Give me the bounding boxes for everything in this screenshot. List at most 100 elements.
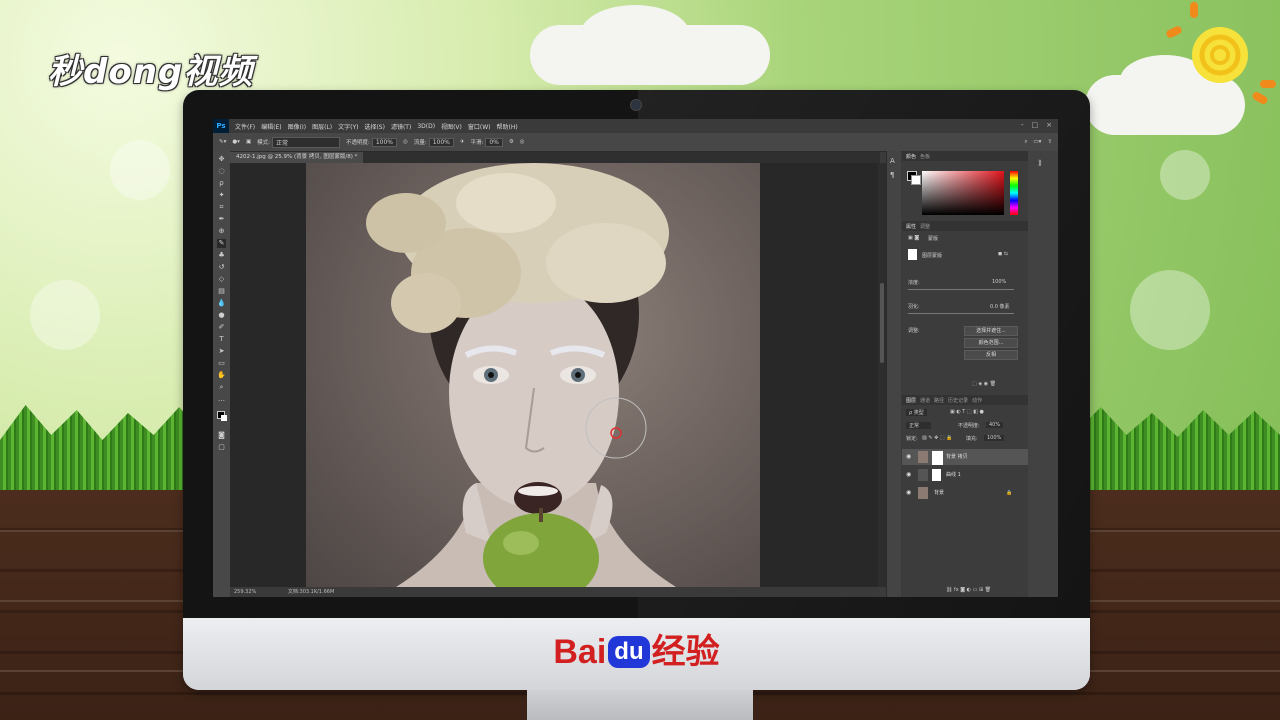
document-tab[interactable]: 4202-1.jpg @ 25.9% (背景 拷贝, 图层蒙版/8) *	[230, 152, 364, 163]
brush-tool-icon[interactable]: ✎	[217, 239, 226, 248]
select-and-mask-button[interactable]: 选择并遮住...	[964, 326, 1018, 336]
shape-tool-icon[interactable]: ▭	[217, 359, 226, 368]
menu-layer[interactable]: 图层(L)	[312, 122, 332, 131]
gear-icon[interactable]: ⚙	[509, 139, 514, 145]
blend-mode-select[interactable]: 正常	[906, 422, 932, 429]
menu-view[interactable]: 视图(V)	[441, 122, 462, 131]
fill-input[interactable]: 100%	[984, 435, 1005, 441]
collapse-panels-icon[interactable]: ⟫	[1038, 159, 1042, 167]
mask-footer-icons[interactable]: ⬚ ◈ ◉ 🗑	[972, 381, 996, 387]
layer-name[interactable]: 背景 拷贝	[946, 449, 968, 465]
layer-row[interactable]: ◉ 背景 拷贝	[902, 449, 1028, 465]
layers-footer-icons[interactable]: ⛓ fx ◙ ◐ ▭ ⊞ 🗑	[946, 587, 991, 593]
color-range-button[interactable]: 颜色范围...	[964, 338, 1018, 348]
crop-tool-icon[interactable]: ⌗	[217, 203, 226, 212]
tab-adjustments[interactable]: 调整	[920, 223, 930, 230]
minimize-button[interactable]: -	[1021, 121, 1024, 129]
zoom-level[interactable]: 259.32%	[234, 589, 256, 595]
pressure-size-icon[interactable]: ◎	[520, 139, 525, 145]
gradient-tool-icon[interactable]: ▤	[217, 287, 226, 296]
pressure-opacity-icon[interactable]: ◎	[403, 139, 408, 145]
share-icon[interactable]: ⇧	[1047, 139, 1052, 145]
tab-properties[interactable]: 属性	[906, 223, 916, 230]
mask-action-icons[interactable]: ◼ ⇆	[998, 251, 1008, 257]
layer-kind-filter[interactable]: ρ 类型	[906, 409, 927, 416]
lasso-tool-icon[interactable]: ρ	[217, 179, 226, 188]
screen-mode-icon[interactable]: ▢	[217, 443, 226, 452]
menu-type[interactable]: 文字(Y)	[338, 122, 358, 131]
visibility-eye-icon[interactable]: ◉	[906, 467, 911, 483]
mode-select[interactable]: 正常	[272, 136, 340, 148]
feather-slider[interactable]	[908, 313, 1014, 314]
menu-edit[interactable]: 编辑(E)	[261, 122, 281, 131]
hue-slider[interactable]	[1010, 171, 1018, 215]
maximize-button[interactable]: □	[1032, 121, 1039, 129]
hand-tool-icon[interactable]: ✋	[217, 371, 226, 380]
airbrush-icon[interactable]: ✈	[460, 139, 465, 145]
layer-filter-icons[interactable]: ▣ ◐ T ⬚ ◧ ●	[950, 409, 984, 415]
close-button[interactable]: ×	[1046, 121, 1052, 129]
menu-help[interactable]: 帮助(H)	[497, 122, 518, 131]
brush-tool-icon[interactable]: ✎▾	[219, 139, 226, 145]
stamp-tool-icon[interactable]: ♣	[217, 251, 226, 260]
path-select-tool-icon[interactable]: ➤	[217, 347, 226, 356]
layer-row[interactable]: ◉ 曲线 1	[902, 467, 1028, 483]
scrollbar-thumb[interactable]	[880, 283, 884, 363]
marquee-tool-icon[interactable]: ◌	[217, 167, 226, 176]
invert-button[interactable]: 反相	[964, 350, 1018, 360]
pen-tool-icon[interactable]: ✐	[217, 323, 226, 332]
tab-swatches[interactable]: 色板	[920, 153, 930, 160]
layer-name[interactable]: 曲线 1	[946, 467, 961, 483]
layer-name[interactable]: 背景	[934, 485, 944, 501]
background-color-swatch[interactable]	[911, 175, 921, 185]
dodge-tool-icon[interactable]: ●	[217, 311, 226, 320]
layer-mask-thumbnail[interactable]	[932, 469, 941, 481]
background-color-swatch[interactable]	[221, 415, 227, 421]
type-tool-icon[interactable]: T	[217, 335, 226, 344]
visibility-eye-icon[interactable]: ◉	[906, 485, 911, 501]
eraser-tool-icon[interactable]: ◇	[217, 275, 226, 284]
move-tool-icon[interactable]: ✥	[217, 155, 226, 164]
tab-actions[interactable]: 动作	[972, 397, 982, 404]
history-brush-tool-icon[interactable]: ↺	[217, 263, 226, 272]
density-slider[interactable]	[908, 289, 1014, 290]
layer-row[interactable]: ◉ 背景 🔒	[902, 485, 1028, 501]
brush-panel-toggle-icon[interactable]: ▣	[246, 139, 251, 145]
color-picker-field[interactable]	[922, 171, 1004, 215]
density-value[interactable]: 100%	[992, 279, 1006, 285]
opacity-input[interactable]: 100%	[371, 137, 398, 147]
tab-paths[interactable]: 路径	[934, 397, 944, 404]
menu-image[interactable]: 图像(I)	[288, 122, 306, 131]
menu-filter[interactable]: 滤镜(T)	[391, 122, 411, 131]
lock-icons[interactable]: ▨ ✎ ✥ ⬚ 🔒	[922, 435, 952, 441]
menu-select[interactable]: 选择(S)	[364, 122, 385, 131]
tab-color[interactable]: 颜色	[906, 153, 916, 160]
tab-channels[interactable]: 通道	[920, 397, 930, 404]
menu-3d[interactable]: 3D(D)	[417, 123, 435, 130]
smoothing-input[interactable]: 0%	[485, 137, 503, 147]
quick-mask-icon[interactable]: ◙	[217, 431, 226, 440]
tab-history[interactable]: 历史记录	[948, 397, 968, 404]
healing-tool-icon[interactable]: ⊕	[217, 227, 226, 236]
quick-select-tool-icon[interactable]: ✦	[217, 191, 226, 200]
search-icon[interactable]: ⌕	[1024, 139, 1027, 146]
eyedropper-tool-icon[interactable]: ✒	[217, 215, 226, 224]
feather-value[interactable]: 0.0 像素	[990, 303, 1010, 310]
vertical-scrollbar[interactable]	[878, 163, 886, 587]
menu-window[interactable]: 窗口(W)	[468, 122, 491, 131]
tab-layers[interactable]: 图层	[906, 397, 916, 404]
blur-tool-icon[interactable]: 💧	[217, 299, 226, 308]
document-size[interactable]: 文档:303.1K/1.66M	[288, 589, 334, 595]
zoom-tool-icon[interactable]: ⌕	[217, 383, 226, 392]
layer-mask-thumbnail[interactable]	[932, 451, 943, 465]
workspace-icon[interactable]: ▭▾	[1033, 139, 1041, 145]
flow-input[interactable]: 100%	[428, 137, 454, 147]
menu-file[interactable]: 文件(F)	[235, 122, 255, 131]
visibility-eye-icon[interactable]: ◉	[906, 449, 911, 465]
character-panel-icon[interactable]: A	[890, 157, 895, 165]
paragraph-panel-icon[interactable]: ¶	[890, 171, 894, 179]
layer-opacity-input[interactable]: 40%	[986, 422, 1004, 428]
brush-preset-picker[interactable]: ●▾	[232, 139, 240, 145]
more-tools-icon[interactable]: …	[217, 395, 226, 404]
canvas-area[interactable]	[230, 163, 878, 597]
